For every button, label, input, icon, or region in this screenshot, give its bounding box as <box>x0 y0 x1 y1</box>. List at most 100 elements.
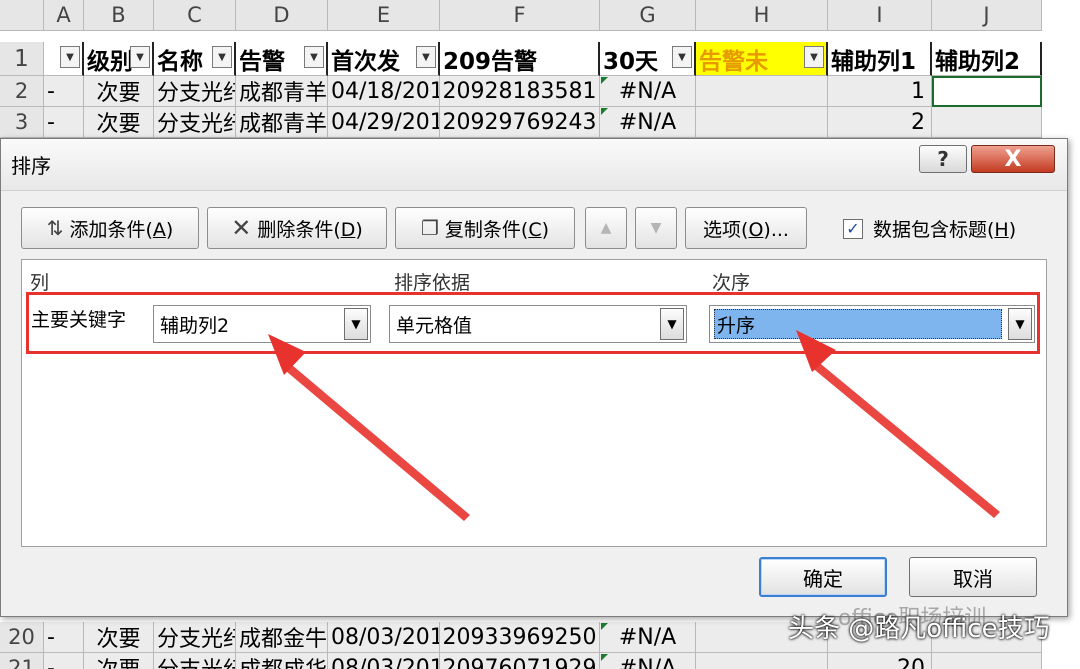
filter-dropdown-icon[interactable]: ▼ <box>304 46 324 68</box>
table-cell[interactable]: #N/A <box>600 622 696 653</box>
column-letter[interactable]: G <box>600 0 696 31</box>
column-letter[interactable]: D <box>236 0 328 31</box>
table-cell[interactable] <box>932 653 1042 669</box>
chevron-down-icon[interactable]: ▼ <box>660 308 684 340</box>
table-cell[interactable]: 20976071929 <box>440 653 600 669</box>
move-down-button[interactable]: ▼ <box>635 207 677 249</box>
table-cell[interactable]: 20933969250 <box>440 622 600 653</box>
table-cell[interactable]: 20928183581 <box>440 76 600 107</box>
table-cell[interactable] <box>932 107 1042 138</box>
header-cell[interactable]: 告警 ▼ <box>236 42 328 76</box>
row-number[interactable]: 2 <box>0 76 44 107</box>
header-checkbox[interactable]: ✓ <box>843 218 863 239</box>
table-cell[interactable]: - <box>44 107 84 138</box>
filter-dropdown-icon[interactable]: ▼ <box>130 46 150 68</box>
table-cell[interactable]: 分支光纤 <box>154 653 236 669</box>
header-cell[interactable]: 首次发 ▼ <box>328 42 440 76</box>
table-cell[interactable]: 成都金牛 <box>236 622 328 653</box>
table-cell[interactable] <box>696 76 828 107</box>
column-letter[interactable]: H <box>696 0 828 31</box>
table-cell[interactable]: 次要 <box>84 76 154 107</box>
table-cell[interactable]: 成都青羊 <box>236 76 328 107</box>
header-cell[interactable]: 辅助列1 <box>828 42 932 76</box>
selected-cell[interactable] <box>932 76 1042 107</box>
table-cell[interactable]: 次要 <box>84 653 154 669</box>
row-number[interactable]: 20 <box>0 622 44 653</box>
error-indicator-icon <box>601 108 608 115</box>
select-all-corner[interactable] <box>0 0 44 31</box>
table-cell[interactable]: 04/29/2019 <box>328 107 440 138</box>
table-cell[interactable]: 20 <box>828 653 932 669</box>
header-cell-text: 告警 <box>239 48 285 75</box>
delete-condition-button[interactable]: ✕ 删除条件(D) <box>207 207 387 249</box>
table-cell[interactable]: 1 <box>828 76 932 107</box>
header-cell[interactable]: 209告警 <box>440 42 600 76</box>
table-row: 21 - 次要 分支光纤 成都成华 08/03/2019 20976071929… <box>0 653 1042 669</box>
row-number[interactable]: 3 <box>0 107 44 138</box>
table-cell[interactable]: 成都青羊 <box>236 107 328 138</box>
header-cell[interactable]: 名称 ▼ <box>154 42 236 76</box>
table-cell[interactable]: 20929769243 <box>440 107 600 138</box>
column-letter[interactable]: J <box>932 0 1042 31</box>
filter-dropdown-icon[interactable]: ▼ <box>416 46 436 68</box>
table-cell[interactable]: - <box>44 653 84 669</box>
chevron-down-icon[interactable]: ▼ <box>1008 308 1032 340</box>
header-cell-text: 辅助列2 <box>935 48 1021 75</box>
header-checkbox-group[interactable]: ✓ 数据包含标题(H) <box>843 215 1016 242</box>
close-button[interactable]: X <box>971 145 1055 173</box>
table-cell[interactable]: #N/A <box>600 107 696 138</box>
move-up-button[interactable]: ▲ <box>585 207 627 249</box>
header-cell-highlighted[interactable]: 告警未 ▼ <box>696 42 828 76</box>
table-cell[interactable]: - <box>44 76 84 107</box>
table-cell[interactable]: #N/A <box>600 76 696 107</box>
table-cell[interactable]: 04/18/2019 <box>328 76 440 107</box>
dialog-titlebar[interactable]: 排序 ? X <box>1 139 1067 191</box>
order-header-label: 次序 <box>712 272 751 294</box>
sort-on-header-label: 排序依据 <box>394 272 471 294</box>
table-cell[interactable]: 分支光纤 <box>154 107 236 138</box>
header-cell-text: 首次发 <box>331 48 400 75</box>
table-cell[interactable]: - <box>44 622 84 653</box>
ok-button[interactable]: 确定 <box>759 557 887 597</box>
column-select[interactable]: 辅助列2 ▼ <box>153 305 371 343</box>
sort-on-select[interactable]: 单元格值 ▼ <box>389 305 687 343</box>
filter-dropdown-icon[interactable]: ▼ <box>804 46 824 68</box>
filter-dropdown-icon[interactable]: ▼ <box>60 46 80 68</box>
header-cell[interactable]: 30天 ▼ <box>600 42 696 76</box>
options-button[interactable]: 选项(O)... <box>685 207 807 249</box>
row-number[interactable]: 1 <box>0 42 44 76</box>
add-condition-button[interactable]: ⇅ 添加条件(A) <box>21 207 199 249</box>
table-cell[interactable]: 次要 <box>84 622 154 653</box>
table-cell[interactable]: 08/03/2019 <box>328 622 440 653</box>
row-number[interactable]: 21 <box>0 653 44 669</box>
header-cell[interactable]: 级别 ▼ <box>84 42 154 76</box>
table-cell[interactable]: #N/A <box>600 653 696 669</box>
table-cell[interactable]: 分支光纤 <box>154 76 236 107</box>
options-label: 选项(O)... <box>703 218 789 241</box>
table-cell[interactable]: 成都成华 <box>236 653 328 669</box>
table-cell[interactable]: 2 <box>828 107 932 138</box>
sort-rule-row-highlight[interactable]: 主要关键字 辅助列2 ▼ 单元格值 ▼ 升序 ▼ <box>26 292 1040 354</box>
order-select[interactable]: 升序 ▼ <box>709 305 1035 343</box>
table-cell[interactable] <box>696 107 828 138</box>
table-cell[interactable]: 08/03/2019 <box>328 653 440 669</box>
filter-dropdown-icon[interactable]: ▼ <box>672 46 692 68</box>
copy-condition-button[interactable]: ❐ 复制条件(C) <box>395 207 575 249</box>
table-cell[interactable] <box>696 653 828 669</box>
filter-dropdown-icon[interactable]: ▼ <box>212 46 232 68</box>
sort-levels-list: 列 排序依据 次序 主要关键字 辅助列2 ▼ 单元格值 ▼ 升序 ▼ <box>21 259 1047 547</box>
header-cell[interactable]: ▼ <box>44 42 84 76</box>
cancel-button[interactable]: 取消 <box>909 557 1037 597</box>
column-letter[interactable]: F <box>440 0 600 31</box>
column-letter[interactable]: A <box>44 0 84 31</box>
chevron-down-icon[interactable]: ▼ <box>344 308 368 340</box>
table-cell[interactable]: 次要 <box>84 107 154 138</box>
column-letter[interactable]: C <box>154 0 236 31</box>
header-cell[interactable]: 辅助列2 <box>932 42 1042 76</box>
column-letter[interactable]: B <box>84 0 154 31</box>
copy-condition-label: 复制条件(C) <box>444 218 550 241</box>
column-letter[interactable]: I <box>828 0 932 31</box>
table-cell[interactable]: 分支光纤 <box>154 622 236 653</box>
column-letter[interactable]: E <box>328 0 440 31</box>
help-button[interactable]: ? <box>919 145 967 173</box>
